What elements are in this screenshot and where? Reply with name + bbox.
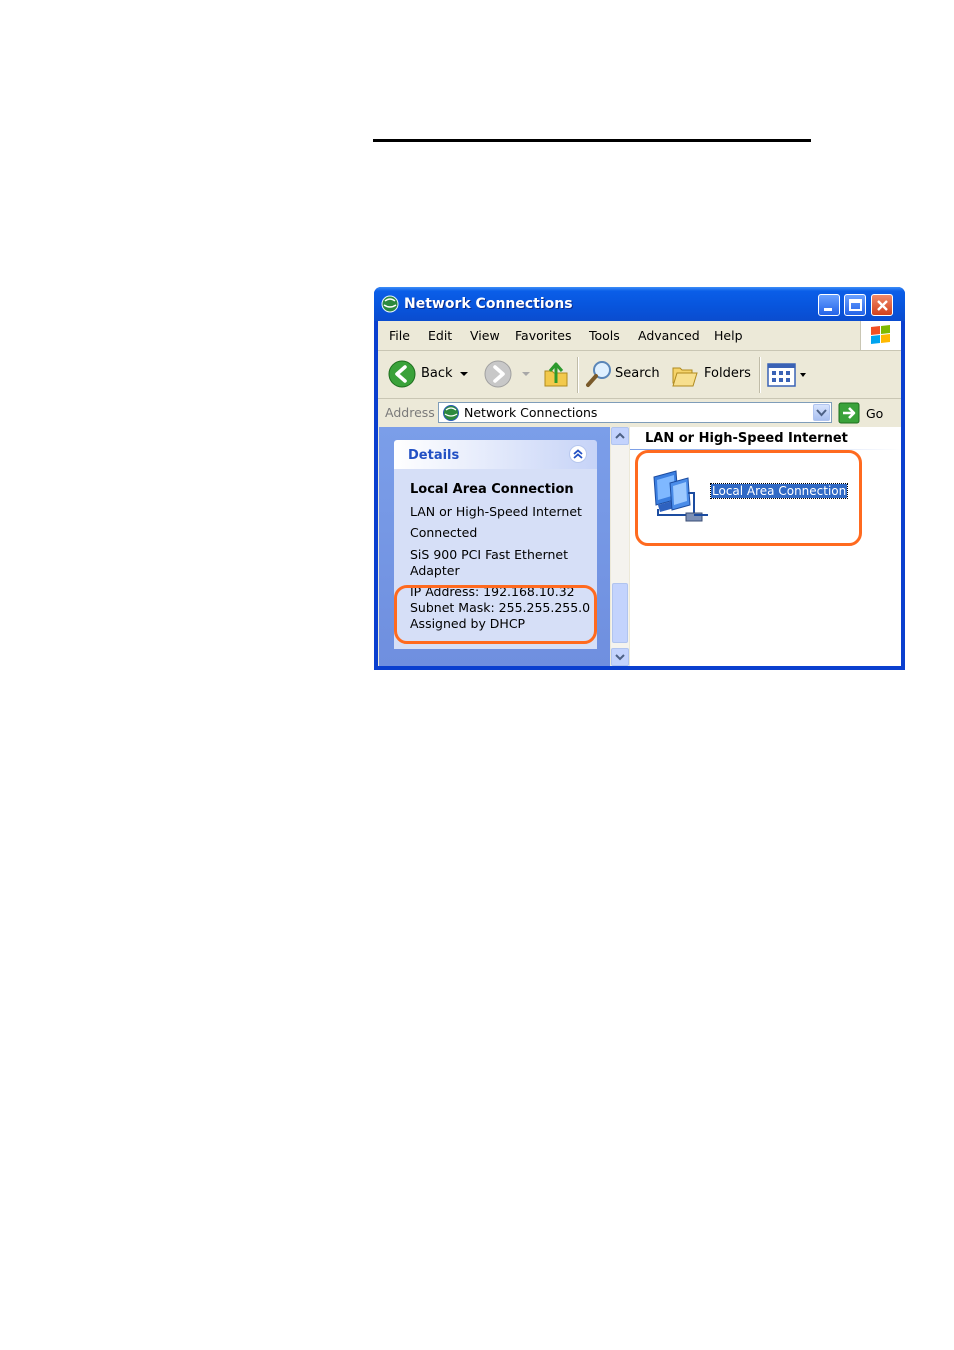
group-title: LAN or High-Speed Internet xyxy=(645,431,848,446)
search-button[interactable]: Search xyxy=(584,359,662,389)
title-bar[interactable]: Network Connections xyxy=(374,287,905,321)
details-header[interactable]: Details xyxy=(394,440,597,469)
views-button[interactable] xyxy=(767,361,809,389)
chevron-down-icon xyxy=(816,409,827,417)
address-bar: Address Network Connections Go xyxy=(378,399,901,427)
toolbar-separator xyxy=(577,357,579,393)
connection-status: Connected xyxy=(410,525,478,540)
task-pane-scrollbar[interactable] xyxy=(611,427,629,666)
scroll-down-button[interactable] xyxy=(611,648,629,666)
adapter-name-cont: Adapter xyxy=(410,563,460,578)
document-rule xyxy=(373,139,811,142)
ip-info-highlight xyxy=(394,585,597,644)
menu-edit[interactable]: Edit xyxy=(428,328,452,343)
forward-dropdown-icon xyxy=(522,372,530,376)
window-title: Network Connections xyxy=(404,296,573,312)
folders-button[interactable]: Folders xyxy=(670,359,751,389)
views-icon xyxy=(767,363,806,387)
back-arrow-icon xyxy=(388,360,416,388)
search-label: Search xyxy=(615,366,660,381)
chevron-up-icon xyxy=(615,432,625,439)
adapter-name: SiS 900 PCI Fast Ethernet xyxy=(410,547,569,562)
menu-view[interactable]: View xyxy=(470,328,500,343)
scroll-up-button[interactable] xyxy=(611,427,629,445)
scroll-thumb[interactable] xyxy=(612,583,628,643)
network-connections-icon xyxy=(443,405,459,421)
folders-label: Folders xyxy=(704,366,751,381)
back-button[interactable]: Back xyxy=(388,360,468,390)
menu-help[interactable]: Help xyxy=(714,328,743,343)
menu-file[interactable]: File xyxy=(389,328,410,343)
menu-advanced[interactable]: Advanced xyxy=(638,328,700,343)
minimize-button[interactable] xyxy=(818,294,840,316)
search-icon xyxy=(586,361,611,387)
back-label: Back xyxy=(421,366,453,381)
windows-logo-icon xyxy=(871,325,890,344)
forward-arrow-icon xyxy=(484,360,512,388)
maximize-button[interactable] xyxy=(844,294,866,316)
close-button[interactable] xyxy=(871,294,893,316)
maximize-icon xyxy=(849,299,862,311)
connection-highlight xyxy=(635,450,862,546)
back-dropdown-icon xyxy=(460,372,468,376)
address-input[interactable]: Network Connections xyxy=(438,402,832,423)
up-button[interactable] xyxy=(542,359,570,389)
details-collapse-button[interactable] xyxy=(569,445,587,463)
windows-logo xyxy=(860,321,901,350)
go-arrow-icon xyxy=(838,402,860,424)
up-folder-icon xyxy=(544,362,568,387)
chevron-down-icon xyxy=(615,654,625,661)
folders-icon xyxy=(672,367,698,387)
connection-type: LAN or High-Speed Internet xyxy=(410,504,582,519)
details-title: Details xyxy=(408,448,460,463)
go-label: Go xyxy=(866,406,884,421)
connection-name: Local Area Connection xyxy=(410,482,574,497)
network-connections-icon xyxy=(381,295,399,313)
forward-button[interactable] xyxy=(484,360,532,390)
menu-favorites[interactable]: Favorites xyxy=(515,328,571,343)
collapse-chevron-icon xyxy=(573,449,583,459)
address-value: Network Connections xyxy=(464,405,598,420)
menu-bar: File Edit View Favorites Tools Advanced … xyxy=(378,321,901,351)
toolbar-separator xyxy=(759,357,761,393)
standard-toolbar: Back Search Folders xyxy=(378,351,901,399)
minimize-icon xyxy=(824,308,832,311)
address-label: Address xyxy=(385,405,435,420)
address-dropdown-button[interactable] xyxy=(813,404,830,421)
close-icon xyxy=(877,300,888,311)
menu-tools[interactable]: Tools xyxy=(589,328,620,343)
